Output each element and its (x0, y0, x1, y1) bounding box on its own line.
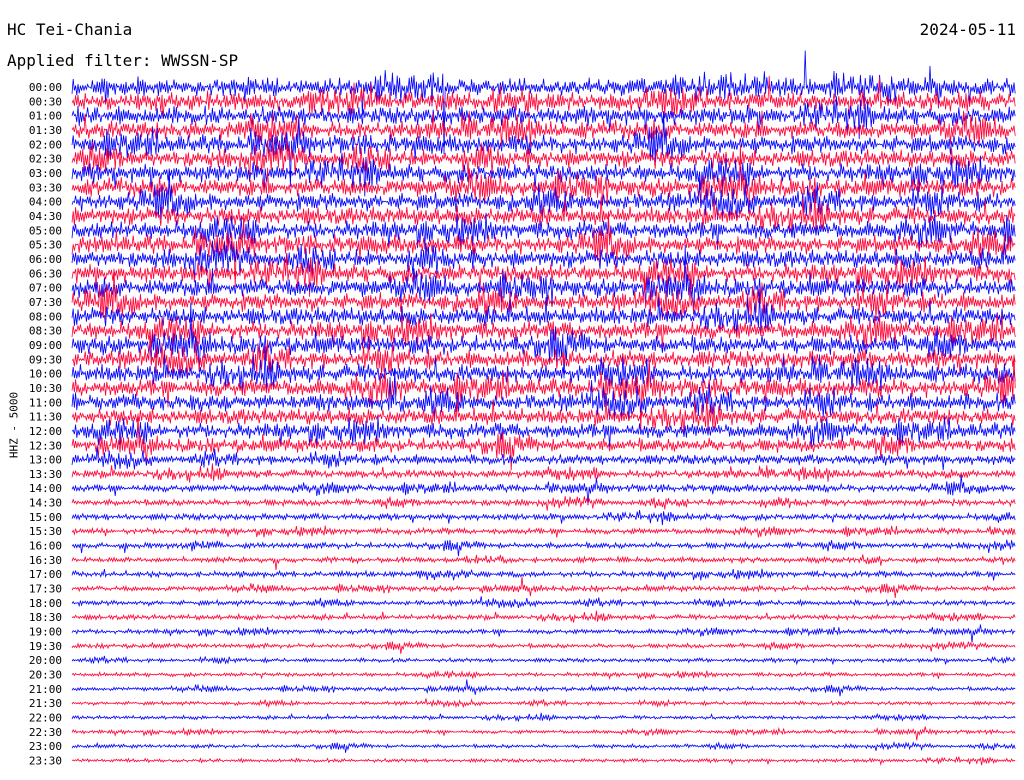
time-tick-label: 11:00 (29, 396, 62, 409)
trace-row-1430 (71, 496, 1016, 511)
time-tick-label: 12:00 (29, 425, 62, 438)
time-tick-label: 23:30 (29, 755, 62, 768)
trace-row-1800 (71, 596, 1016, 609)
time-tick-label: 19:00 (29, 626, 62, 639)
time-tick-label: 03:30 (29, 181, 62, 194)
trace-row-2230 (71, 726, 1016, 741)
time-tick-label: 04:00 (29, 196, 62, 209)
time-tick-label: 15:00 (29, 511, 62, 524)
time-tick-label: 10:30 (29, 382, 62, 395)
channel-label: HHZ - 5000 (7, 391, 21, 459)
time-tick-label: 02:30 (29, 153, 62, 166)
time-tick-label: 18:00 (29, 597, 62, 610)
station-title: HC Tei-Chania (7, 20, 133, 39)
time-tick-label: 13:00 (29, 454, 62, 467)
trace-row-1530 (71, 525, 1016, 538)
time-tick-label: 08:30 (29, 325, 62, 338)
time-tick-label: 18:30 (29, 611, 62, 624)
time-tick-label: 17:00 (29, 568, 62, 581)
time-tick-label: 01:00 (29, 110, 62, 123)
time-tick-label: 11:30 (29, 411, 62, 424)
time-tick-label: 20:00 (29, 654, 62, 667)
time-tick-label: 21:00 (29, 683, 62, 696)
trace-row-1900 (71, 624, 1016, 643)
trace-row-1600 (71, 539, 1016, 557)
time-tick-label: 16:00 (29, 540, 62, 553)
trace-row-2100 (71, 679, 1016, 697)
time-tick-label: 05:00 (29, 224, 62, 237)
time-tick-label: 19:30 (29, 640, 62, 653)
time-tick-label: 12:30 (29, 439, 62, 452)
time-tick-label: 10:00 (29, 368, 62, 381)
time-tick-label: 15:30 (29, 525, 62, 538)
time-tick-label: 09:00 (29, 339, 62, 352)
time-tick-label: 22:30 (29, 726, 62, 739)
trace-row-1500 (71, 510, 1016, 526)
trace-row-1630 (71, 554, 1016, 570)
time-tick-label: 14:00 (29, 482, 62, 495)
trace-row-1700 (71, 568, 1016, 581)
trace-row-2330 (71, 756, 1016, 766)
time-tick-label: 07:30 (29, 296, 62, 309)
filter-label: Applied filter: WWSSN-SP (7, 51, 239, 70)
time-tick-label: 04:30 (29, 210, 62, 223)
time-tick-label: 00:30 (29, 95, 62, 108)
trace-row-1930 (71, 640, 1016, 654)
helicorder-plot: 00:0000:30 01:0001:3002:00 02:3003:0003:30… (29, 50, 1016, 768)
time-tick-label: 23:00 (29, 740, 62, 753)
time-tick-label: 05:30 (29, 239, 62, 252)
time-tick-label: 00:00 (29, 81, 62, 94)
time-tick-label: 14:30 (29, 497, 62, 510)
time-tick-label: 16:30 (29, 554, 62, 567)
trace-row-2200 (71, 712, 1016, 722)
time-tick-label: 17:30 (29, 583, 62, 596)
seismic-traces (71, 50, 1016, 766)
trace-row-1830 (71, 610, 1016, 623)
time-tick-label: 07:00 (29, 282, 62, 295)
time-tick-label: 01:30 (29, 124, 62, 137)
trace-row-2000 (71, 655, 1016, 666)
record-date: 2024-05-11 (919, 20, 1016, 39)
trace-row-2300 (71, 741, 1016, 753)
trace-row-2130 (71, 698, 1016, 709)
time-tick-labels: 00:0000:30 01:0001:3002:00 02:3003:0003:30… (29, 81, 62, 768)
time-tick-label: 09:30 (29, 353, 62, 366)
time-tick-label: 03:00 (29, 167, 62, 180)
trace-row-1730 (71, 576, 1016, 598)
time-tick-label: 22:00 (29, 712, 62, 725)
time-tick-label: 02:00 (29, 138, 62, 151)
time-tick-label: 20:30 (29, 669, 62, 682)
time-tick-label: 06:30 (29, 267, 62, 280)
trace-row-2030 (71, 669, 1016, 680)
time-tick-label: 08:00 (29, 310, 62, 323)
time-tick-label: 21:30 (29, 697, 62, 710)
trace-row-1330 (71, 463, 1016, 483)
time-tick-label: 06:00 (29, 253, 62, 266)
time-tick-label: 13:30 (29, 468, 62, 481)
